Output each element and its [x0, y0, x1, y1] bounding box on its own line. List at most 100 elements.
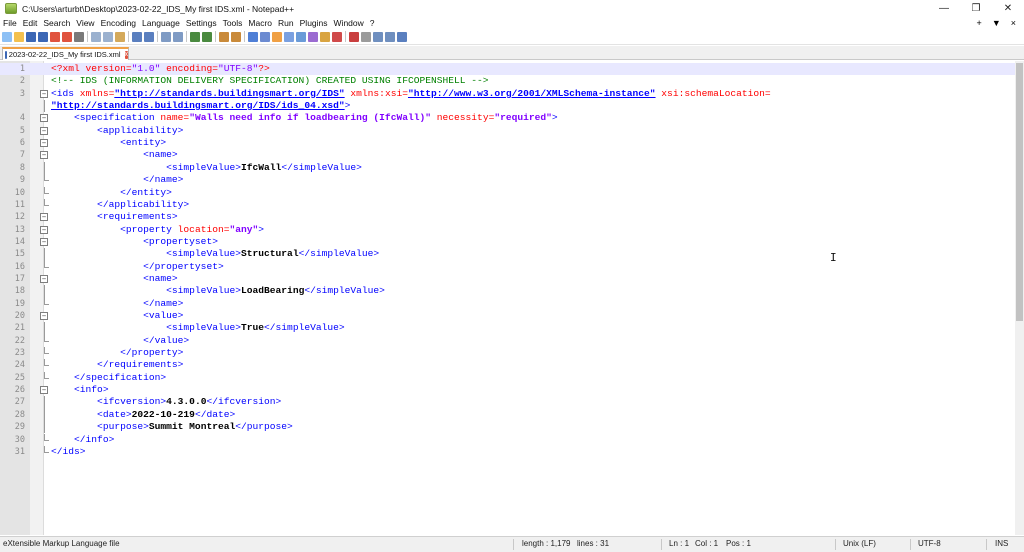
- cut-icon[interactable]: [91, 31, 101, 42]
- code-line[interactable]: 14 − <propertyset>: [0, 236, 1024, 248]
- record-macro-icon[interactable]: [349, 31, 359, 42]
- code-text[interactable]: <name>: [51, 149, 178, 161]
- run-macro-multiple-icon[interactable]: [385, 31, 395, 42]
- status-insert-mode[interactable]: INS: [995, 539, 1008, 548]
- code-text[interactable]: </info>: [51, 434, 114, 446]
- fold-toggle-icon[interactable]: −: [40, 114, 48, 123]
- code-line[interactable]: 4 − <specification name="Walls need info …: [0, 112, 1024, 124]
- menu-item-tools[interactable]: Tools: [220, 18, 246, 28]
- code-line[interactable]: 1 <?xml version="1.0" encoding="UTF-8"?>: [0, 63, 1024, 76]
- menu-item-view[interactable]: View: [73, 18, 97, 28]
- code-text[interactable]: <entity>: [51, 137, 166, 149]
- close-icon[interactable]: [50, 31, 60, 42]
- save-macro-icon[interactable]: [397, 31, 407, 42]
- code-text[interactable]: </ids>: [51, 446, 86, 458]
- menu-item-settings[interactable]: Settings: [183, 18, 220, 28]
- menu-item-window[interactable]: Window: [331, 18, 367, 28]
- code-line[interactable]: 7 − <name>: [0, 149, 1024, 161]
- code-text[interactable]: </name>: [51, 174, 183, 186]
- code-text[interactable]: <?xml version="1.0" encoding="UTF-8"?>: [51, 63, 270, 75]
- code-text[interactable]: <value>: [51, 310, 183, 322]
- code-line[interactable]: 29 <purpose>Summit Montreal</purpose>: [0, 421, 1024, 434]
- code-text[interactable]: <date>2022-10-219</date>: [51, 409, 235, 421]
- code-line[interactable]: 23 </property>: [0, 347, 1024, 359]
- sync-horizontal-icon[interactable]: [231, 31, 241, 42]
- menu-item-edit[interactable]: Edit: [20, 18, 41, 28]
- close-all-icon[interactable]: [62, 31, 72, 42]
- vertical-scrollbar[interactable]: [1015, 61, 1024, 535]
- menu-item-language[interactable]: Language: [139, 18, 183, 28]
- code-line[interactable]: 31 </ids>: [0, 445, 1024, 458]
- redo-icon[interactable]: [144, 31, 154, 42]
- play-macro-icon[interactable]: [373, 31, 383, 42]
- code-line[interactable]: 17 − <name>: [0, 273, 1024, 285]
- zoom-out-icon[interactable]: [202, 31, 212, 42]
- paste-icon[interactable]: [115, 31, 125, 42]
- new-file-icon[interactable]: [2, 31, 12, 42]
- code-line[interactable]: 20 − <value>: [0, 310, 1024, 322]
- code-line[interactable]: 12 − <requirements>: [0, 211, 1024, 223]
- minimize-button[interactable]: —: [928, 0, 960, 17]
- fold-toggle-icon[interactable]: −: [40, 89, 48, 98]
- tab-active-file[interactable]: 2023-02-22_IDS_My first IDS.xml x: [2, 47, 129, 60]
- editor-area[interactable]: 1 <?xml version="1.0" encoding="UTF-8"?> 2…: [0, 61, 1024, 535]
- code-text[interactable]: </propertyset>: [51, 261, 224, 273]
- replace-icon[interactable]: [173, 31, 183, 42]
- function-list-icon[interactable]: [308, 31, 318, 42]
- code-line[interactable]: 6 − <entity>: [0, 137, 1024, 149]
- code-text[interactable]: <applicability>: [51, 125, 183, 137]
- code-line[interactable]: 22 </value>: [0, 334, 1024, 347]
- fold-toggle-icon[interactable]: −: [40, 139, 48, 148]
- monitoring-icon[interactable]: [332, 31, 342, 42]
- code-line[interactable]: 15 <simpleValue>Structural</simpleValue>: [0, 248, 1024, 261]
- tab-list-dropdown-button[interactable]: ▼: [992, 18, 1001, 28]
- fold-toggle-icon[interactable]: −: [40, 213, 48, 222]
- menu-item-macro[interactable]: Macro: [245, 18, 275, 28]
- code-line[interactable]: 18 <simpleValue>LoadBearing</simpleValue…: [0, 285, 1024, 298]
- code-line[interactable]: 25 </specification>: [0, 371, 1024, 384]
- code-line[interactable]: 2 <!-- IDS (INFORMATION DELIVERY SPECIFIC…: [0, 75, 1024, 87]
- stop-macro-icon[interactable]: [361, 31, 371, 42]
- menu-item-file[interactable]: File: [0, 18, 20, 28]
- udl-icon[interactable]: [284, 31, 294, 42]
- fold-toggle-icon[interactable]: −: [40, 126, 48, 135]
- code-text[interactable]: <name>: [51, 273, 178, 285]
- close-button[interactable]: ✕: [992, 0, 1024, 17]
- code-text[interactable]: </requirements>: [51, 359, 183, 371]
- code-text[interactable]: <!-- IDS (INFORMATION DELIVERY SPECIFICA…: [51, 75, 489, 87]
- code-line[interactable]: 8 <simpleValue>IfcWall</simpleValue>: [0, 161, 1024, 175]
- fold-toggle-icon[interactable]: −: [40, 225, 48, 234]
- menu-item-plugins[interactable]: Plugins: [297, 18, 331, 28]
- code-line[interactable]: 13 − <property location="any">: [0, 224, 1024, 236]
- tab-close-icon[interactable]: x: [124, 50, 128, 59]
- maximize-button[interactable]: ❐: [960, 0, 992, 17]
- status-encoding[interactable]: UTF-8: [918, 539, 941, 548]
- code-line[interactable]: "http://standards.buildingsmart.org/IDS/…: [0, 100, 1024, 113]
- code-text[interactable]: <specification name="Walls need info if …: [51, 112, 558, 124]
- code-line[interactable]: 21 <simpleValue>True</simpleValue>: [0, 322, 1024, 335]
- fold-toggle-icon[interactable]: −: [40, 312, 48, 320]
- code-text[interactable]: <ids xmlns="http://standards.buildingsma…: [51, 88, 771, 100]
- undo-icon[interactable]: [132, 31, 142, 42]
- print-icon[interactable]: [74, 31, 84, 42]
- doc-map-icon[interactable]: [296, 31, 306, 42]
- menu-item-search[interactable]: Search: [40, 18, 73, 28]
- code-line[interactable]: 3 − <ids xmlns="http://standards.buildings…: [0, 88, 1024, 100]
- code-text[interactable]: </specification>: [51, 372, 166, 384]
- new-tab-button[interactable]: +: [977, 18, 982, 28]
- code-text[interactable]: <simpleValue>True</simpleValue>: [51, 322, 345, 334]
- menu-item-encoding[interactable]: Encoding: [98, 18, 139, 28]
- code-line[interactable]: 10 </entity>: [0, 186, 1024, 199]
- code-text[interactable]: <propertyset>: [51, 236, 218, 248]
- code-line[interactable]: 19 </name>: [0, 297, 1024, 310]
- code-line[interactable]: 9 </name>: [0, 174, 1024, 186]
- code-line[interactable]: 30 </info>: [0, 433, 1024, 446]
- code-line[interactable]: 28 <date>2022-10-219</date>: [0, 408, 1024, 422]
- fold-toggle-icon[interactable]: −: [40, 274, 48, 283]
- code-line[interactable]: 27 <ifcversion>4.3.0.0</ifcversion>: [0, 396, 1024, 409]
- zoom-in-icon[interactable]: [190, 31, 200, 42]
- open-file-icon[interactable]: [14, 31, 24, 42]
- code-text[interactable]: <simpleValue>IfcWall</simpleValue>: [51, 162, 362, 174]
- indent-guide-icon[interactable]: [272, 31, 282, 42]
- code-line[interactable]: 16 </propertyset>: [0, 260, 1024, 273]
